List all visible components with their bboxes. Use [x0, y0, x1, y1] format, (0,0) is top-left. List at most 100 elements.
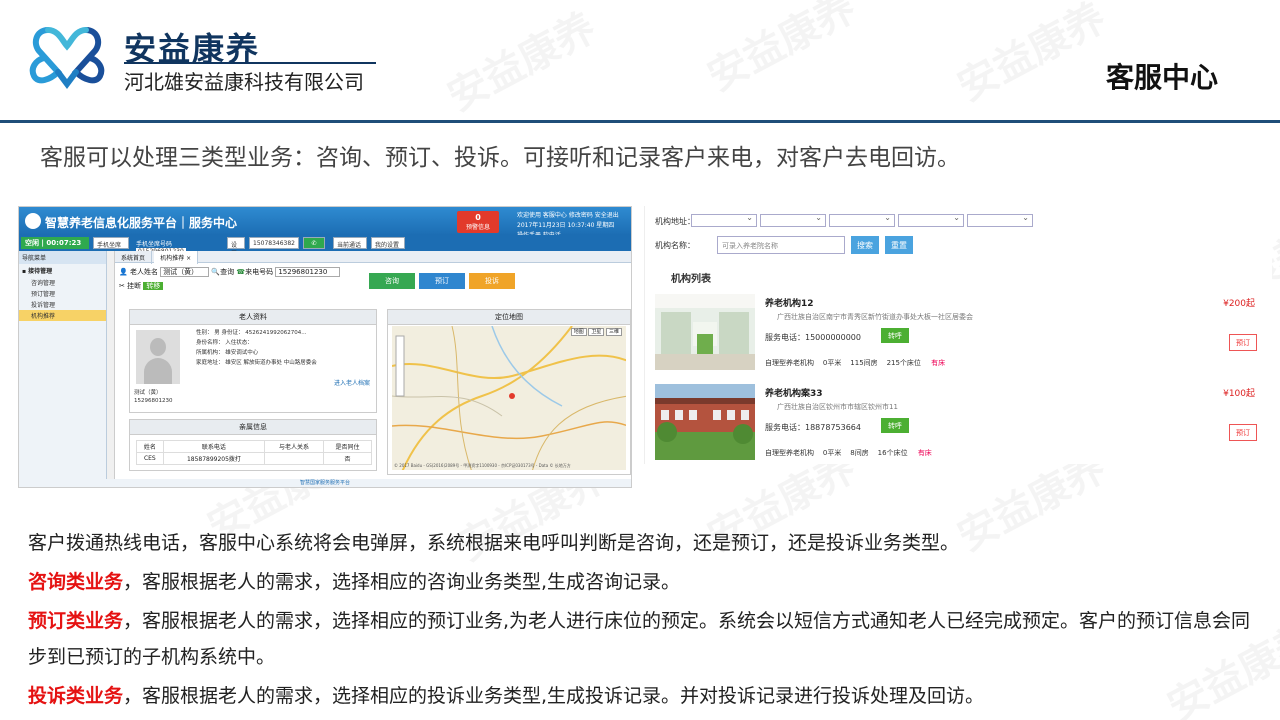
org-photo[interactable]: [655, 384, 755, 460]
brand-divider: [124, 62, 376, 64]
book-button[interactable]: 预订: [1229, 424, 1257, 441]
info-line: 所属机构： 雄安调试中心: [196, 350, 259, 356]
org-price: ¥100起: [1223, 389, 1255, 399]
search-icon[interactable]: 🔍: [211, 268, 220, 276]
sidebar-header: 导航菜单: [19, 251, 106, 264]
org-name[interactable]: 养老机构案33: [765, 386, 823, 399]
warning-button[interactable]: 0 预警信息: [457, 211, 499, 233]
elder-name-label: 老人姓名: [129, 268, 158, 276]
table-header: 姓名: [136, 440, 164, 453]
company-name: 河北雄安益康科技有限公司: [124, 70, 364, 94]
sidebar-item-recommend[interactable]: 机构推荐: [19, 310, 106, 321]
intro-text: 客服可以处理三类型业务：咨询、预订、投诉。可接听和记录客户来电，对客户去电回访。: [40, 145, 960, 171]
booking-paragraph: 预订类业务，客服根据老人的需求，选择相应的预订业务,为老人进行床位的预定。系统会…: [28, 603, 1263, 675]
call-icon[interactable]: ✆: [303, 237, 325, 249]
sidebar-scrollbar[interactable]: [107, 251, 115, 481]
app-header: 智慧养老信息化服务平台｜服务中心 0 预警信息 欢迎使用 客服中心 修改密码 安…: [19, 207, 631, 239]
table-header: 联系电话: [162, 440, 266, 453]
current-call-button[interactable]: 当前通话: [333, 237, 367, 249]
watermark: 安益康养: [696, 0, 865, 102]
phone-label: 手机坐席号码: [136, 241, 173, 248]
table-header: 与老人关系: [264, 440, 324, 453]
datetime: 2017年11月23日 10:37:40 星期四: [517, 222, 615, 229]
search-button[interactable]: 搜索: [851, 236, 879, 254]
user-icon: 👤: [119, 268, 128, 276]
phone-icon: ☎: [236, 268, 246, 276]
province-select[interactable]: [691, 213, 757, 227]
bed-available-badge: 有床: [917, 449, 932, 457]
phone-type-select[interactable]: 手机坐席: [93, 237, 129, 249]
consult-label: 咨询类业务: [28, 571, 124, 593]
caller-label: 来电号码: [245, 268, 274, 276]
transfer-button[interactable]: 转移: [143, 282, 164, 290]
org-name-label: 机构名称：: [655, 241, 695, 250]
hangup-icon: ✂: [119, 282, 125, 290]
family-panel-title: 亲属信息: [130, 420, 376, 435]
org-address: 广西壮族自治区南宁市青秀区新竹街道办事处大板一社区居委会: [777, 313, 973, 321]
table-cell: CES: [136, 452, 164, 465]
list-item: 养老机构案33 广西壮族自治区钦州市市辖区钦州市11 服务电话：18878753…: [655, 384, 1267, 466]
map-roads-icon: [392, 326, 626, 470]
header-divider: [0, 120, 1280, 123]
consult-button[interactable]: 咨询: [369, 273, 415, 289]
dial-link[interactable]: 18587899205拨打: [162, 452, 266, 465]
elder-name-input[interactable]: 测试（黄）: [160, 267, 210, 277]
info-line: 身份名称： 入住状态：: [196, 340, 253, 346]
org-price: ¥200起: [1223, 299, 1255, 309]
user-links[interactable]: 欢迎使用 客服中心 修改密码 安全退出: [517, 211, 619, 221]
org-name[interactable]: 养老机构12: [765, 296, 814, 309]
number-input[interactable]: 15078346382: [249, 237, 299, 249]
transfer-call-button[interactable]: 转呼: [881, 418, 909, 433]
book-button[interactable]: 预订: [419, 273, 465, 289]
book-button[interactable]: 预订: [1229, 334, 1257, 351]
sidebar-item-consult[interactable]: 咨询管理: [19, 277, 106, 288]
elder-display-phone: 15296801230: [134, 398, 173, 404]
my-settings-button[interactable]: 我的设置: [371, 237, 405, 249]
map-title: 定位地图: [388, 310, 630, 325]
list-title: 机构列表: [671, 274, 711, 285]
list-item: 养老机构12 广西壮族自治区南宁市青秀区新竹街道办事处大板一社区居委会 服务电话…: [655, 294, 1267, 376]
complain-button[interactable]: 投诉: [469, 273, 515, 289]
service-center-screenshot: 智慧养老信息化服务平台｜服务中心 0 预警信息 欢迎使用 客服中心 修改密码 安…: [18, 206, 632, 488]
watermark: 安益康养: [436, 0, 605, 122]
caller-input[interactable]: 15296801230: [275, 267, 341, 277]
warning-label: 预警信息: [465, 224, 490, 231]
map-view[interactable]: 地图 卫星 三维 © 2017 Baidu - GS(2016)2089号 - …: [392, 326, 626, 470]
main-content: 系统首页 机构推荐 × 👤 老人姓名 测试（黄） 🔍查询 ☎来电号码 15296…: [115, 251, 631, 481]
set-button[interactable]: 设置: [227, 237, 245, 258]
elder-name-row: 👤 老人姓名 测试（黄） 🔍查询 ☎来电号码 15296801230: [119, 267, 341, 277]
transfer-call-button[interactable]: 转呼: [881, 328, 909, 343]
street-select[interactable]: [898, 213, 964, 227]
map-type-controls[interactable]: 地图 卫星 三维: [570, 328, 622, 336]
phone-label-group: 手机坐席号码 015296801230: [133, 237, 223, 255]
map-mode-map[interactable]: 地图: [570, 328, 587, 336]
consult-paragraph: 咨询类业务，客服根据老人的需求，选择相应的咨询业务类型,生成咨询记录。: [28, 564, 1263, 600]
tab-recommend[interactable]: 机构推荐 ×: [154, 251, 199, 264]
enter-archive-link[interactable]: 进入老人档案: [334, 378, 370, 387]
reset-button[interactable]: 重置: [885, 236, 913, 254]
org-photo[interactable]: [655, 294, 755, 370]
org-meta: 自理型养老机构 0平米 115间房 215个床位 有床: [765, 359, 946, 367]
family-info-panel: 亲属信息 姓名 联系电话 与老人关系 是否同住 CES 18587899205拨…: [129, 419, 377, 471]
hangup-button[interactable]: 挂断: [127, 282, 141, 290]
map-mode-satellite[interactable]: 卫星: [588, 328, 605, 336]
community-select[interactable]: [967, 213, 1033, 227]
family-table: 姓名 联系电话 与老人关系 是否同住 CES 18587899205拨打 否: [136, 440, 373, 465]
district-select[interactable]: [829, 213, 895, 227]
org-photo-icon: [655, 384, 755, 460]
watermark: 安益康养: [946, 0, 1115, 112]
org-search-input[interactable]: 可录入养老院名称: [717, 236, 845, 254]
complaint-paragraph: 投诉类业务，客服根据老人的需求，选择相应的投诉业务类型,生成投诉记录。并对投诉记…: [28, 678, 1263, 714]
query-button[interactable]: 查询: [220, 268, 234, 276]
elder-display-name: 测试（黄）: [134, 390, 162, 396]
sidebar-group[interactable]: ▪ 接待管理: [19, 264, 106, 277]
city-select[interactable]: [760, 213, 826, 227]
sidebar-item-booking[interactable]: 预订管理: [19, 288, 106, 299]
sidebar-item-complaint[interactable]: 投诉管理: [19, 299, 106, 310]
org-list-screenshot: 机构地址： 机构名称： 可录入养老院名称 搜索 重置 机构列表 养老机构12 广…: [644, 206, 1272, 464]
table-header: 是否同住: [322, 440, 373, 453]
app-logo-icon: [25, 213, 41, 229]
tab-home[interactable]: 系统首页: [115, 251, 153, 264]
tab-bar: 系统首页 机构推荐 ×: [115, 251, 631, 264]
map-mode-3d[interactable]: 三维: [605, 328, 622, 336]
